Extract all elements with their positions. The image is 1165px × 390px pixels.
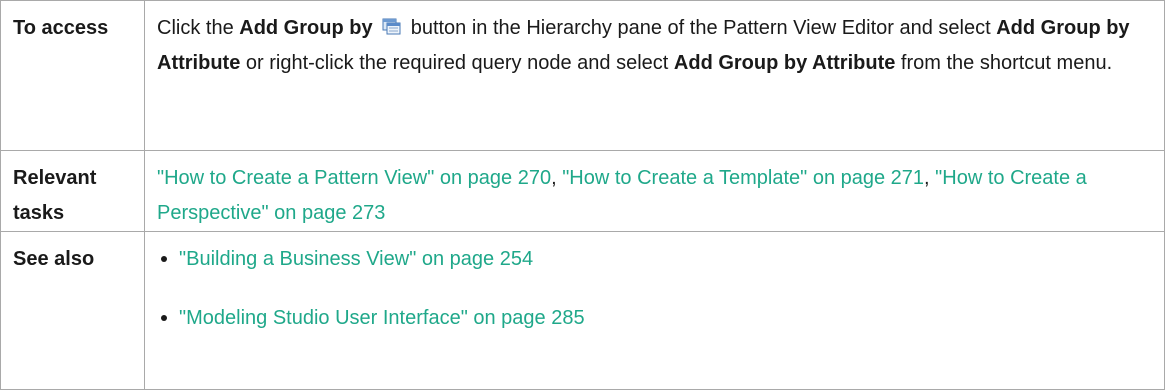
link-modeling-studio-ui[interactable]: "Modeling Studio User Interface" on page… [179,307,585,329]
info-table: To access Click the Add Group by button … [0,0,1165,390]
link-separator: , [551,167,563,189]
row-label-see-also: See also [0,231,145,390]
table-row-see-also: See also "Building a Business View" on p… [0,231,1165,390]
row-content-relevant-tasks: "How to Create a Pattern View" on page 2… [144,150,1165,232]
table-row-relevant-tasks: Relevant tasks "How to Create a Pattern … [0,150,1165,232]
list-item: "Building a Business View" on page 254 [157,242,1156,277]
link-how-to-create-template[interactable]: "How to Create a Template" on page 271 [562,167,924,189]
add-group-by-icon [381,13,402,35]
see-also-list: "Building a Business View" on page 254 "… [157,242,1156,336]
ui-term-add-group-by: Add Group by [239,17,373,39]
link-how-to-create-pattern-view[interactable]: "How to Create a Pattern View" on page 2… [157,167,551,189]
table-row-to-access: To access Click the Add Group by button … [0,0,1165,151]
bullet-icon [161,256,167,262]
text-segment: Click the [157,17,240,39]
bullet-icon [161,315,167,321]
link-building-business-view[interactable]: "Building a Business View" on page 254 [179,248,533,270]
list-item: "Modeling Studio User Interface" on page… [157,301,1156,336]
text-segment: or right-click the required query node a… [240,52,674,74]
text-segment: from the shortcut menu. [895,52,1113,74]
text-segment: button in the Hierarchy pane of the Patt… [405,17,997,39]
row-content-to-access: Click the Add Group by button in the Hie… [144,0,1165,151]
ui-term-add-group-by-attribute-menu: Add Group by Attribute [673,52,896,74]
row-label-to-access: To access [0,0,145,151]
link-separator: , [924,167,936,189]
row-label-relevant-tasks: Relevant tasks [0,150,145,232]
row-content-see-also: "Building a Business View" on page 254 "… [144,231,1165,390]
